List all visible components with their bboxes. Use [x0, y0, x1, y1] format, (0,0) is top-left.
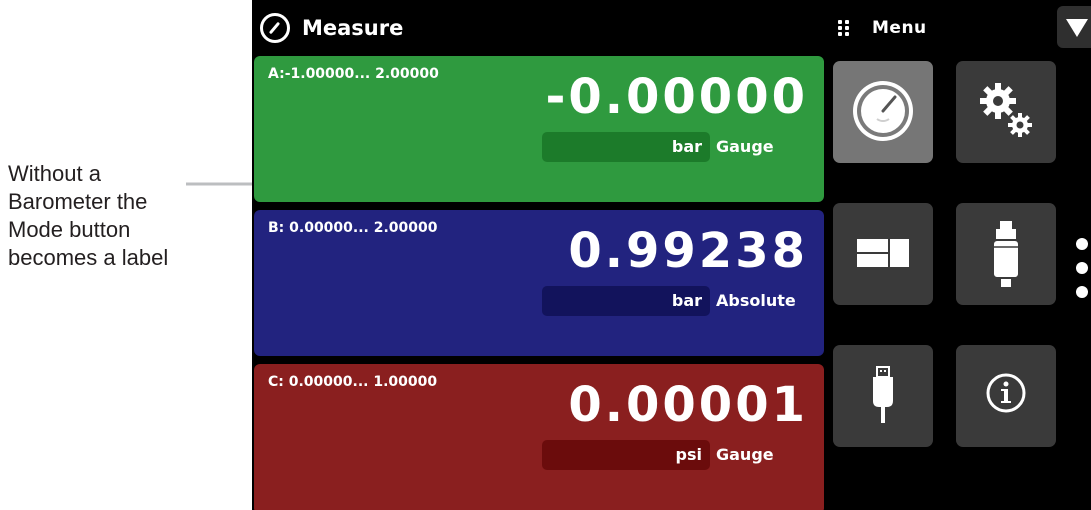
channel-c-range: C: 0.00000... 1.00000	[268, 374, 438, 390]
top-bar: Measure Menu	[252, 0, 1091, 56]
page-dot[interactable]	[1076, 286, 1088, 298]
channel-a-mode-label: Gauge	[716, 137, 774, 156]
sensor-tile[interactable]	[956, 203, 1056, 305]
title-area: Measure	[260, 10, 403, 46]
grip-icon	[838, 19, 850, 37]
info-icon	[986, 373, 1026, 413]
channel-c-unit-button[interactable]: psi	[542, 440, 710, 470]
channel-c-reading: 0.00001	[568, 377, 808, 433]
channel-a-range: A:-1.00000... 2.00000	[268, 66, 439, 82]
channel-a-unit-button[interactable]: bar	[542, 132, 710, 162]
menu-button[interactable]: Menu	[838, 14, 927, 42]
measure-tile[interactable]	[833, 61, 933, 163]
gauge-icon	[260, 13, 290, 43]
channel-b-reading: 0.99238	[568, 223, 808, 279]
page-title: Measure	[302, 16, 404, 40]
callout-line-4: becomes a label	[8, 245, 169, 270]
page-dot[interactable]	[1076, 262, 1088, 274]
page-dot[interactable]	[1076, 238, 1088, 250]
gears-icon	[980, 83, 1032, 137]
channel-b-panel[interactable]: B: 0.00000... 2.00000 0.99238 bar Absolu…	[254, 210, 824, 356]
usb-icon	[873, 366, 893, 423]
info-tile[interactable]	[956, 345, 1056, 447]
display-tile[interactable]	[833, 203, 933, 305]
menu-label: Menu	[872, 18, 927, 38]
sensor-icon	[994, 221, 1018, 287]
device-screen: Measure Menu A:-1.00000... 2.00000 -0.00…	[252, 0, 1091, 510]
callout-line-3: Mode button	[8, 217, 131, 242]
channel-c-mode-label: Gauge	[716, 445, 774, 464]
triangle-down-icon[interactable]	[1057, 6, 1091, 48]
channel-b-range: B: 0.00000... 2.00000	[268, 220, 438, 236]
channel-a-reading: -0.00000	[545, 69, 808, 125]
settings-tile[interactable]	[956, 61, 1056, 163]
channel-a-panel[interactable]: A:-1.00000... 2.00000 -0.00000 bar Gauge	[254, 56, 824, 202]
channel-b-mode-label: Absolute	[716, 291, 796, 310]
channel-b-unit-button[interactable]: bar	[542, 286, 710, 316]
display-layout-icon	[857, 239, 909, 267]
channel-c-panel[interactable]: C: 0.00000... 1.00000 0.00001 psi Gauge	[254, 364, 824, 510]
usb-tile[interactable]	[833, 345, 933, 447]
gauge-icon	[853, 81, 913, 141]
